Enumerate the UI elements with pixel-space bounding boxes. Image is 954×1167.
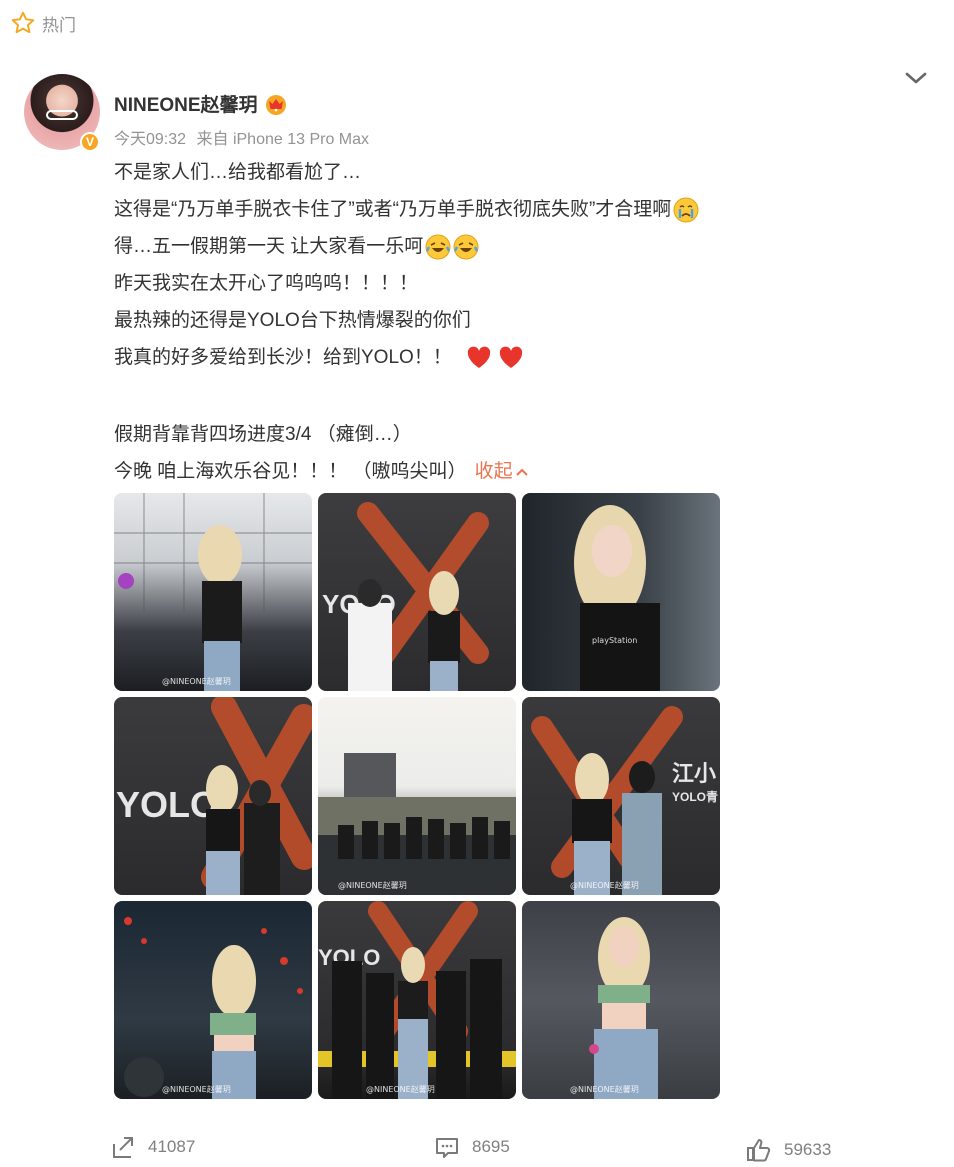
watermark: @NINEONE赵馨玥	[338, 881, 407, 890]
photo-2[interactable]: YOLO	[318, 493, 516, 691]
repost-button[interactable]: 41087	[110, 1134, 195, 1160]
comment-icon	[436, 1138, 458, 1158]
post-meta: 今天09:32 来自 iPhone 13 Pro Max	[114, 125, 369, 149]
crown-icon	[265, 94, 286, 115]
watermark: @NINEONE赵馨玥	[570, 1085, 639, 1094]
verified-badge: V	[80, 132, 100, 152]
repost-count: 41087	[148, 1137, 196, 1156]
laughing-emoji-icon	[453, 234, 479, 259]
like-count: 59633	[784, 1140, 832, 1159]
watermark: @NINEONE赵馨玥	[162, 1085, 231, 1094]
chevron-down-icon[interactable]	[903, 68, 929, 88]
photo-5[interactable]: @NINEONE赵馨玥	[318, 697, 516, 895]
collapse-button[interactable]: 收起	[475, 456, 529, 488]
heart-icon	[467, 346, 490, 368]
svg-text:YOLO: YOLO	[116, 784, 218, 825]
username-row: NINEONE赵馨玥	[114, 90, 288, 117]
photo-6[interactable]: 江小 YOLO青 @NINEONE赵馨玥	[522, 697, 720, 895]
post-line: 不是家人们…给我都看尬了…	[114, 161, 362, 183]
photo-8[interactable]: YOLO @NINEONE赵馨玥	[318, 901, 516, 1099]
post-line: 最热辣的还得是YOLO台下热情爆裂的你们	[114, 309, 471, 331]
repost-icon	[113, 1137, 133, 1158]
chevron-up-icon	[515, 468, 528, 476]
photo-4[interactable]: YOLO	[114, 697, 312, 895]
action-bar: 41087 8695 59633	[0, 1134, 954, 1164]
watermark: @NINEONE赵馨玥	[366, 1085, 435, 1094]
laughing-emoji-icon	[425, 234, 451, 259]
post-line: 得…五一假期第一天 让大家看一乐呵	[114, 228, 814, 265]
post-text: 不是家人们…给我都看尬了… 这得是“乃万单手脱衣卡住了”或者“乃万单手脱衣彻底失…	[114, 154, 814, 490]
photo-7[interactable]: @NINEONE赵馨玥	[114, 901, 312, 1099]
star-icon	[11, 11, 35, 34]
watermark: @NINEONE赵馨玥	[570, 881, 639, 890]
username[interactable]: NINEONE赵馨玥	[114, 90, 258, 117]
crying-emoji-icon	[673, 197, 699, 222]
post-source: 来自 iPhone 13 Pro Max	[196, 131, 370, 148]
like-icon	[747, 1139, 771, 1162]
photo-1[interactable]: @NINEONE赵馨玥	[114, 493, 312, 691]
svg-text:江小: 江小	[672, 762, 716, 787]
watermark: @NINEONE赵馨玥	[162, 677, 231, 686]
post-line: 今晚 咱上海欢乐谷见！！！ （嗷呜尖叫） 收起	[114, 453, 814, 490]
svg-text:YOLO青: YOLO青	[672, 789, 718, 804]
comment-button[interactable]: 8695	[434, 1134, 510, 1160]
post-time[interactable]: 今天09:32	[114, 131, 186, 148]
photo-9[interactable]: @NINEONE赵馨玥	[522, 901, 720, 1099]
hot-header: 热门	[10, 10, 76, 36]
post-line: 假期背靠背四场进度3/4 （瘫倒…）	[114, 423, 412, 445]
post-line: 我真的好多爱给到长沙！给到YOLO！！	[114, 339, 814, 376]
photo-grid: @NINEONE赵馨玥 YOLO playStation YOLO	[114, 493, 720, 1099]
heart-icon	[499, 346, 522, 368]
photo-3[interactable]: playStation	[522, 493, 720, 691]
hot-label: 热门	[42, 15, 76, 35]
like-button[interactable]: 59633	[746, 1137, 831, 1163]
post-line: 昨天我实在太开心了呜呜呜！！！！	[114, 272, 419, 294]
comment-count: 8695	[472, 1137, 510, 1156]
post-line: 这得是“乃万单手脱衣卡住了”或者“乃万单手脱衣彻底失败”才合理啊	[114, 191, 814, 228]
svg-text:playStation: playStation	[592, 636, 637, 645]
